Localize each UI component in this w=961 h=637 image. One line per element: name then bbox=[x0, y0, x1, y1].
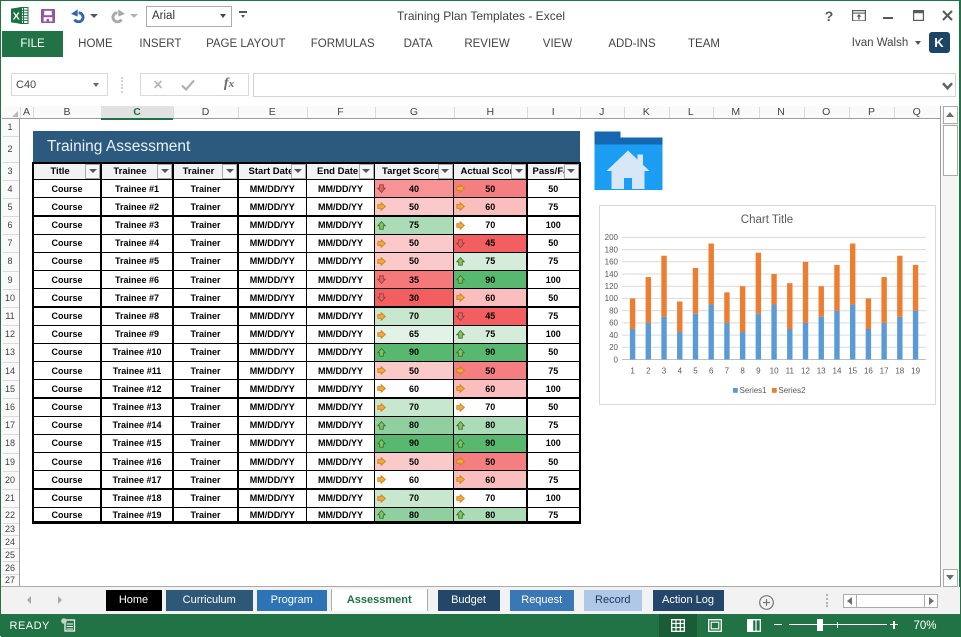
svg-text:80: 80 bbox=[609, 306, 618, 315]
svg-text:200: 200 bbox=[605, 233, 619, 242]
svg-text:40: 40 bbox=[609, 330, 618, 339]
svg-text:16: 16 bbox=[864, 366, 873, 375]
svg-text:10: 10 bbox=[770, 366, 779, 375]
svg-text:2: 2 bbox=[646, 366, 651, 375]
svg-text:19: 19 bbox=[911, 366, 920, 375]
svg-text:13: 13 bbox=[817, 366, 826, 375]
svg-text:0: 0 bbox=[614, 355, 619, 364]
svg-text:140: 140 bbox=[605, 269, 619, 278]
svg-text:17: 17 bbox=[880, 366, 889, 375]
svg-text:100: 100 bbox=[605, 294, 619, 303]
svg-text:3: 3 bbox=[662, 366, 667, 375]
svg-text:180: 180 bbox=[605, 245, 619, 254]
svg-text:12: 12 bbox=[801, 366, 810, 375]
svg-text:60: 60 bbox=[609, 318, 618, 327]
svg-text:6: 6 bbox=[709, 366, 714, 375]
svg-text:1: 1 bbox=[630, 366, 635, 375]
svg-text:9: 9 bbox=[756, 366, 761, 375]
svg-text:7: 7 bbox=[725, 366, 730, 375]
svg-text:5: 5 bbox=[693, 366, 698, 375]
svg-text:4: 4 bbox=[678, 366, 683, 375]
svg-text:15: 15 bbox=[848, 366, 857, 375]
svg-text:160: 160 bbox=[605, 257, 619, 266]
svg-text:11: 11 bbox=[786, 366, 795, 375]
svg-text:18: 18 bbox=[895, 366, 904, 375]
svg-text:14: 14 bbox=[833, 366, 842, 375]
svg-text:120: 120 bbox=[605, 282, 619, 291]
svg-text:Series1: Series1 bbox=[740, 386, 768, 395]
svg-text:Series2: Series2 bbox=[778, 386, 806, 395]
svg-text:Chart Title: Chart Title bbox=[741, 214, 793, 226]
svg-text:X: X bbox=[13, 11, 20, 23]
svg-text:20: 20 bbox=[609, 343, 618, 352]
svg-text:8: 8 bbox=[740, 366, 745, 375]
